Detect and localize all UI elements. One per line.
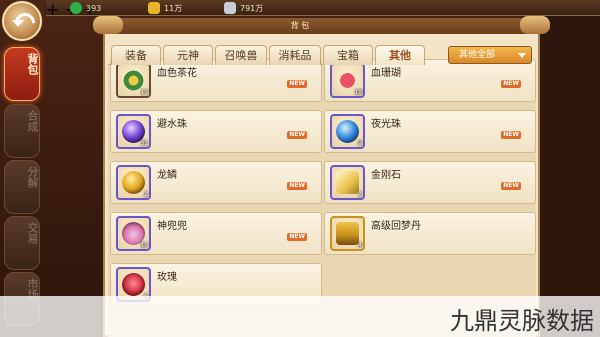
new-badge: NEW xyxy=(501,131,521,139)
side-tab-trade[interactable]: 交易 xyxy=(4,216,40,270)
add-jade-button[interactable]: + xyxy=(46,0,59,19)
item-name: 血珊瑚 xyxy=(371,68,401,79)
item-slot: 13 xyxy=(116,63,151,98)
item-name: 血色茶花 xyxy=(157,68,197,79)
right-margin xyxy=(540,16,600,337)
item-name: 神兜兜 xyxy=(157,221,187,232)
blue-orb-icon xyxy=(336,120,359,143)
new-badge: NEW xyxy=(287,182,307,190)
currency-gold: 11万 xyxy=(148,1,182,15)
gold-ingot-icon xyxy=(148,2,160,14)
item-card-diamond-stone[interactable]: 2 金刚石 NEW xyxy=(324,161,536,204)
silver-ingot-icon xyxy=(224,2,236,14)
item-slot: 31 xyxy=(116,114,151,149)
rose-icon xyxy=(122,273,145,296)
item-card-water-pearl[interactable]: 31 避水珠 NEW xyxy=(110,110,322,153)
filter-dropdown[interactable]: 其他全部 xyxy=(448,46,532,64)
side-tab-compose[interactable]: 合成 xyxy=(4,104,40,158)
treasure-chest-icon xyxy=(336,222,359,245)
item-slot: 9 xyxy=(330,114,365,149)
jade-icon xyxy=(70,2,82,14)
tab-consumables[interactable]: 消耗品 xyxy=(269,45,321,65)
new-badge: NEW xyxy=(501,80,521,88)
item-card-camellia[interactable]: 13 血色茶花 NEW xyxy=(110,59,322,102)
tab-equipment[interactable]: 装备 xyxy=(111,45,161,65)
dragon-scale-icon xyxy=(122,171,145,194)
silver-value: 791万 xyxy=(240,3,264,13)
currency-silver: 791万 xyxy=(224,1,263,15)
item-card-night-pearl[interactable]: 9 夜光珠 NEW xyxy=(324,110,536,153)
item-slot: 18 xyxy=(330,63,365,98)
item-card-dragon-scale[interactable]: 2 龙鳞 NEW xyxy=(110,161,322,204)
side-tab-label: 交易 xyxy=(26,222,39,244)
side-tab-label: 背包 xyxy=(26,53,39,75)
item-name: 玫瑰 xyxy=(157,272,177,283)
watermark: 九鼎灵脉数据 xyxy=(450,307,594,335)
item-slot: 4 xyxy=(330,216,365,251)
tab-summon[interactable]: 召唤兽 xyxy=(215,45,267,65)
item-slot: 2 xyxy=(116,165,151,200)
item-card-red-coral[interactable]: 18 血珊瑚 NEW xyxy=(324,59,536,102)
panel-title: 背 包 xyxy=(290,21,310,30)
tab-other[interactable]: 其他 xyxy=(375,45,425,65)
new-badge: NEW xyxy=(287,131,307,139)
diamond-stone-icon xyxy=(336,171,359,194)
currency-bar: 393 + 11万 + 791万 + xyxy=(46,0,600,19)
item-name: 高级回梦丹 xyxy=(371,221,421,232)
item-slot: 2 xyxy=(330,165,365,200)
tab-spirit[interactable]: 元神 xyxy=(163,45,213,65)
item-name: 夜光珠 xyxy=(371,119,401,130)
new-badge: NEW xyxy=(501,182,521,190)
item-name: 金刚石 xyxy=(371,170,401,181)
side-tab-label: 分解 xyxy=(26,166,39,188)
side-tab-label: 合成 xyxy=(26,110,39,132)
new-badge: NEW xyxy=(287,80,307,88)
item-name: 避水珠 xyxy=(157,119,187,130)
category-tabs: 装备 元神 召唤兽 消耗品 宝箱 其他 xyxy=(111,45,427,65)
tab-chests[interactable]: 宝箱 xyxy=(323,45,373,65)
currency-jade: 393 xyxy=(70,1,101,15)
item-card-divine-pouch[interactable]: 15 神兜兜 NEW xyxy=(110,212,322,255)
jade-value: 393 xyxy=(86,3,102,13)
item-card-dream-pill[interactable]: 4 高级回梦丹 xyxy=(324,212,536,255)
item-name: 龙鳞 xyxy=(157,170,177,181)
side-tab-bag[interactable]: 背包 xyxy=(4,47,40,101)
new-badge: NEW xyxy=(287,233,307,241)
side-tab-decompose[interactable]: 分解 xyxy=(4,160,40,214)
item-slot: 15 xyxy=(116,216,151,251)
chevron-down-icon xyxy=(518,53,526,58)
gold-value: 11万 xyxy=(164,3,183,13)
filter-label: 其他全部 xyxy=(459,50,496,60)
